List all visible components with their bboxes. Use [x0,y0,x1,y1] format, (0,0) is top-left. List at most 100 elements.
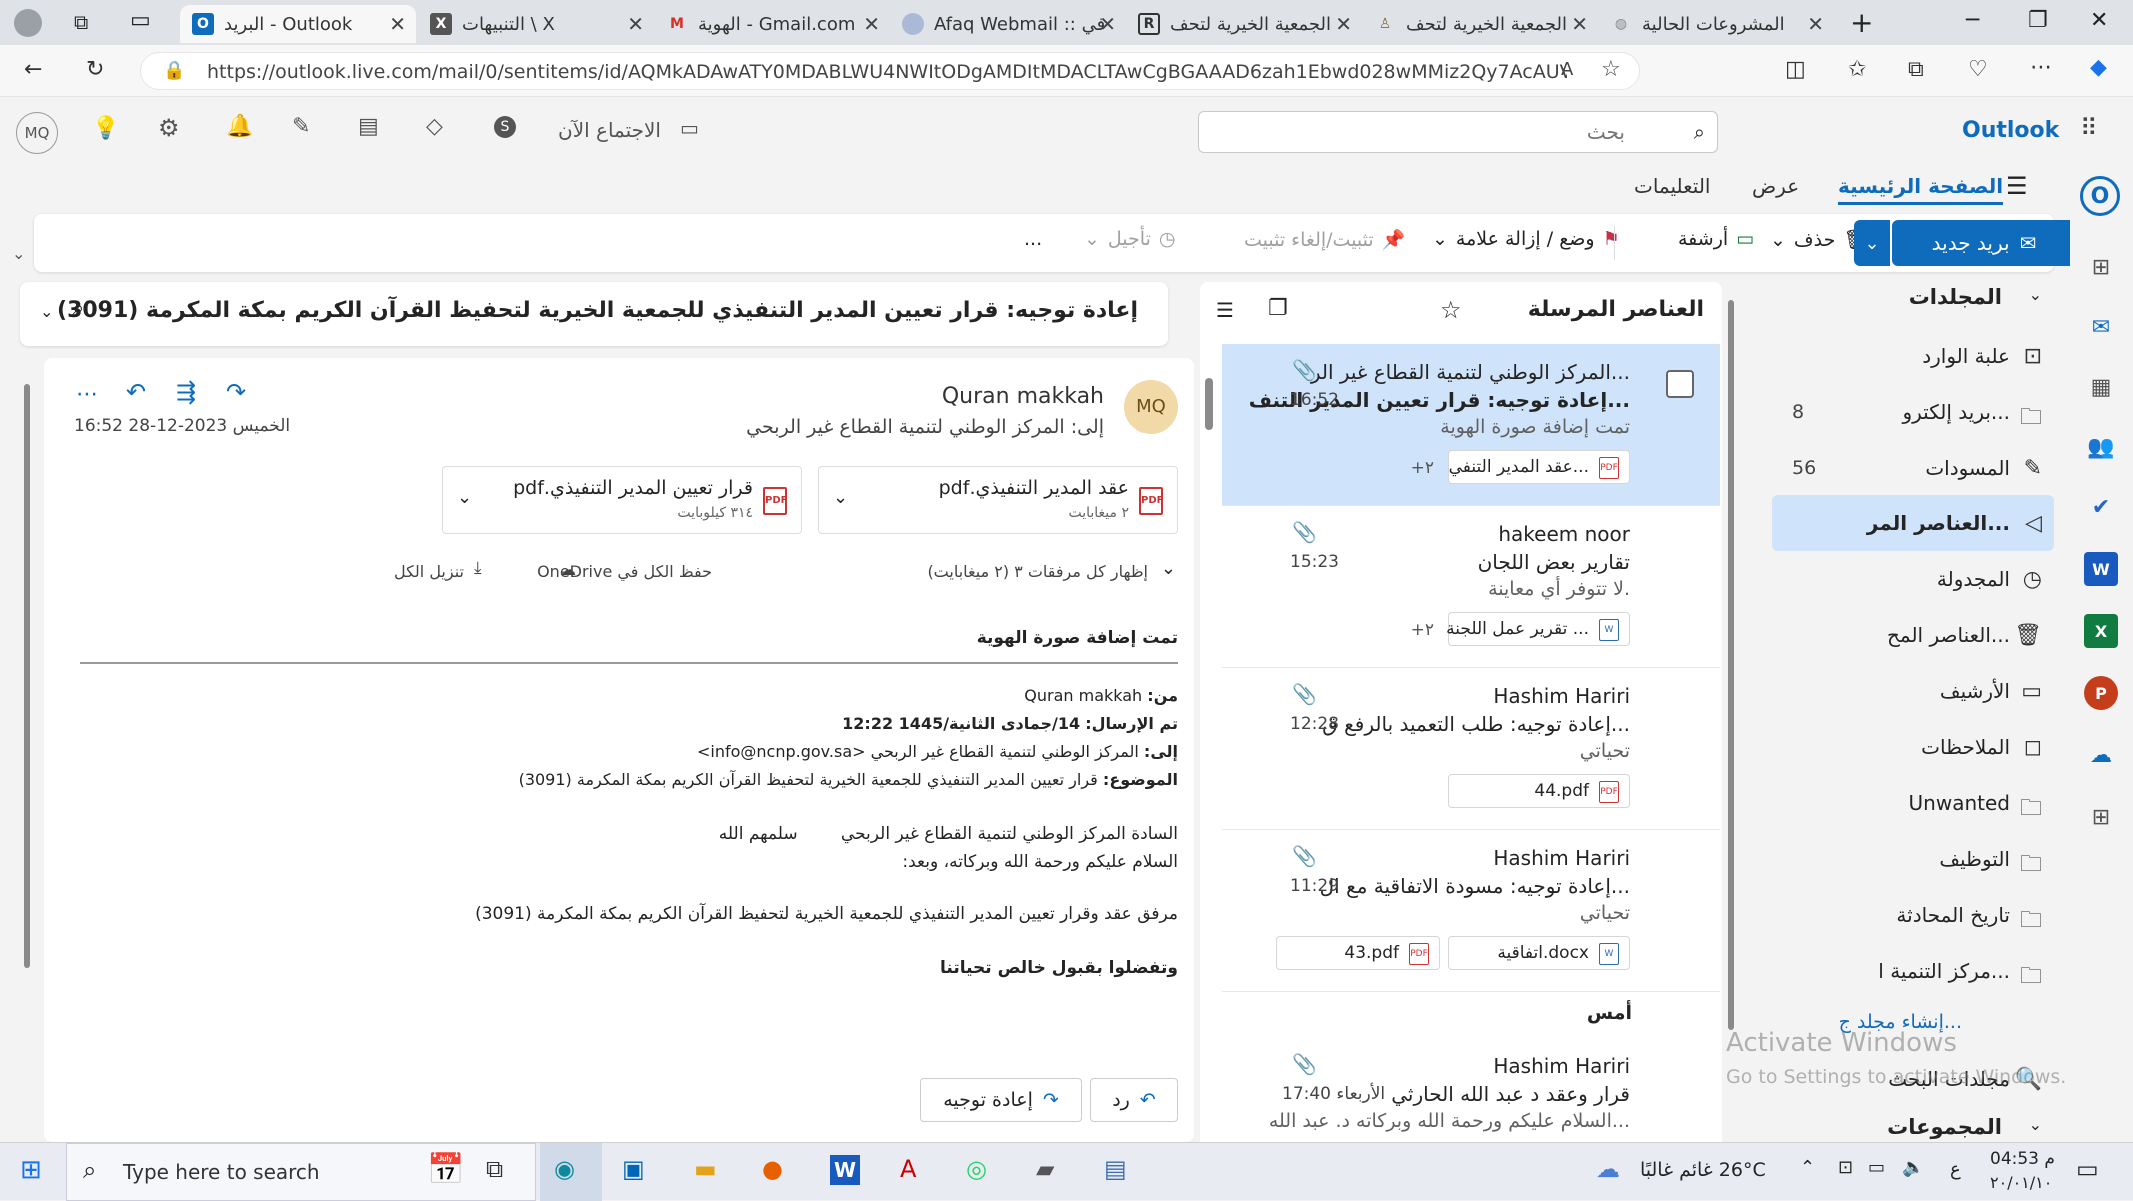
search-input[interactable] [1205,116,1625,148]
tab-charity-2[interactable]: ♙ الجمعية الخيرية لتحف ✕ [1362,5,1598,43]
favorite-star-icon[interactable]: ☆ [1440,296,1462,324]
skype-icon[interactable]: S [494,116,516,138]
folder-unwanted[interactable]: Unwanted 🗀 [1772,775,2054,831]
tab-outlook[interactable]: O البريد - Outlook ✕ [180,5,416,43]
folder-notes[interactable]: الملاحظات ◻ [1772,719,2054,775]
tab-charity-1[interactable]: R الجمعية الخيرية لتحف ✕ [1126,5,1362,43]
onedrive-icon[interactable]: ☁ [2084,738,2118,772]
volume-icon[interactable]: 🔈 [1902,1157,1924,1178]
profile-icon[interactable] [14,9,42,37]
attachment-pill[interactable]: 43.pdf PDF [1276,936,1440,970]
calendar-icon[interactable]: ▦ [2084,370,2118,404]
folder-junk[interactable]: 8 بريد إلكترو... 🗀 [1772,384,2054,440]
folder-hiring[interactable]: التوظيف 🗀 [1772,831,2054,887]
word-icon[interactable]: W [2084,552,2118,586]
folder-development-center[interactable]: مركز التنمية ا... 🗀 [1772,943,2054,999]
attachment-pill[interactable]: اتفاقية.docx W [1448,936,1630,970]
pin-button[interactable]: تثبيت/إلغاء تثبيت 📌 [1244,228,1405,252]
more-actions-button[interactable]: ... [1024,228,1042,250]
close-tab-icon[interactable]: ✕ [1571,12,1588,36]
folder-conversation-history[interactable]: تاريخ المحادثة 🗀 [1772,887,2054,943]
mail-icon[interactable]: ✉ [2084,310,2118,344]
premium-diamond-icon[interactable]: ◇ [426,114,443,139]
settings-gear-icon[interactable]: ⚙ [158,114,180,142]
new-mail-dropdown[interactable]: ⌄ [1854,220,1890,266]
input-language[interactable]: ع [1950,1159,1961,1180]
reply-button[interactable]: رد ↶ [1090,1078,1178,1122]
tab-home[interactable]: الصفحة الرئيسية [1838,174,2004,205]
chevron-down-icon[interactable]: ⌄ [40,302,53,321]
save-to-onedrive[interactable]: حفظ الكل في OneDrive [537,562,712,581]
excel-icon[interactable]: X [2084,614,2118,648]
chevron-down-icon[interactable]: ⌄ [2029,285,2042,304]
workspaces-icon[interactable]: ⧉ [74,10,88,34]
collapse-ribbon-icon[interactable]: ⌄ [12,244,25,263]
select-checkbox[interactable] [1666,370,1694,398]
browser-essentials-icon[interactable]: ♡ [1968,57,1988,82]
notifications-icon[interactable]: ▭ [2076,1155,2099,1183]
more-apps-icon[interactable]: ⊞ [2084,800,2118,834]
forward-button[interactable]: إعادة توجيه ↷ [920,1078,1082,1122]
collections-icon[interactable]: ⧉ [1908,57,1924,82]
message-item[interactable]: Hashim Hariri 📎 قرار وعقد د عبد الله الح… [1222,1038,1720,1142]
acrobat-icon[interactable]: A [900,1155,916,1183]
tab-afaq[interactable]: Afaq Webmail :: في ✕ [890,5,1126,43]
tab-help[interactable]: التعليمات [1634,174,1710,198]
add-app-icon[interactable]: ⊞ [2084,250,2118,284]
clock-date[interactable]: ٢٠/٠١/١٠ [1990,1173,2052,1192]
attachment-pill[interactable]: عقد المدير التنفي... PDF [1448,450,1630,484]
message-item[interactable]: hakeem noor 📎 تقارير بعض اللجان 15:23 لا… [1222,506,1720,668]
new-tab-button[interactable]: + [1850,6,1873,39]
groups-heading[interactable]: المجموعات [1887,1115,2002,1139]
outlook-brand[interactable]: Outlook [1962,118,2059,143]
show-all-attachments[interactable]: إظهار كل مرفقات ٣ (٢ ميغابايت) [927,562,1148,581]
sender-name[interactable]: Quran makkah [942,384,1104,409]
back-icon[interactable]: ← [24,57,42,82]
chevron-down-icon[interactable]: ⌄ [457,487,472,508]
folder-sent-items[interactable]: العناصر المر... ◁ [1772,495,2054,551]
split-screen-icon[interactable]: ◫ [1785,57,1806,82]
outlook-app-icon[interactable]: O [2080,176,2120,216]
more-options-icon[interactable]: ⋯ [76,382,98,407]
store-icon[interactable]: ▣ [622,1155,645,1183]
firefox-icon[interactable]: ● [762,1155,783,1183]
close-tab-icon[interactable]: ✕ [1807,12,1824,36]
address-bar[interactable]: 🔒 https://outlook.live.com/mail/0/sentit… [140,52,1640,90]
attachment-pill[interactable]: 44.pdf PDF [1448,774,1630,808]
delete-button[interactable]: ⌄حذف🗑 [1770,228,1867,252]
list-scrollbar[interactable] [1205,378,1213,430]
account-avatar[interactable]: MQ [16,112,58,154]
attachment-card[interactable]: PDF قرار تعيين المدير التنفيذي.pdf ٣١٤ ك… [442,466,802,534]
chevron-up-icon[interactable]: ⌃ [1800,1157,1815,1178]
new-mail-button[interactable]: بريد جديد ✉ [1892,220,2076,266]
favorite-star-icon[interactable]: ☆ [1601,57,1621,82]
taskbar-search[interactable]: ⌕ Type here to search 📅 [66,1143,536,1201]
folder-drafts[interactable]: 56 المسودات ✎ [1772,440,2054,496]
flag-button[interactable]: ⌄ وضع / إزالة علامة ⚑ [1432,228,1620,250]
search-box[interactable]: ⌕ [1198,111,1718,153]
tab-actions-icon[interactable]: ▭ [130,8,151,33]
meet-now-button[interactable]: الاجتماع الآن [558,118,661,142]
wifi-icon[interactable]: ▭ [1868,1157,1885,1178]
todo-icon[interactable]: ✔ [2084,490,2118,524]
folder-inbox[interactable]: علبة الوارد ⊡ [1772,328,2054,384]
app-icon[interactable]: ▰ [1036,1155,1054,1183]
close-tab-icon[interactable]: ✕ [863,12,880,36]
office-icon[interactable]: ▤ [358,114,379,139]
attachment-card[interactable]: PDF عقد المدير التنفيذي.pdf ٢ ميغابايت ⌄ [818,466,1178,534]
app-launcher-icon[interactable]: ⠿ [2080,114,2098,142]
download-all[interactable]: تنزيل الكل [394,562,464,581]
chevron-down-icon[interactable]: ⌄ [833,487,848,508]
tab-gmail[interactable]: M الهوية - Gmail.com ✕ [654,5,890,43]
edge-icon[interactable]: ◉ [554,1155,575,1183]
close-tab-icon[interactable]: ✕ [1335,12,1352,36]
refresh-icon[interactable]: ↻ [86,57,104,82]
archive-button[interactable]: أرشفة ▭ [1678,228,1754,250]
attachment-pill[interactable]: تقرير عمل اللجنة ... W [1446,612,1630,646]
filter-icon[interactable]: ☰ [1216,298,1234,322]
notifications-bell-icon[interactable]: 🔔 [226,114,253,139]
folder-scheduled[interactable]: المجدولة ◷ [1772,551,2054,607]
message-item[interactable]: المركز الوطني لتنمية القطاع غير الر... 📎… [1222,344,1720,506]
close-tab-icon[interactable]: ✕ [389,12,406,36]
expand-attachments-icon[interactable]: ⌄ [1161,558,1176,579]
